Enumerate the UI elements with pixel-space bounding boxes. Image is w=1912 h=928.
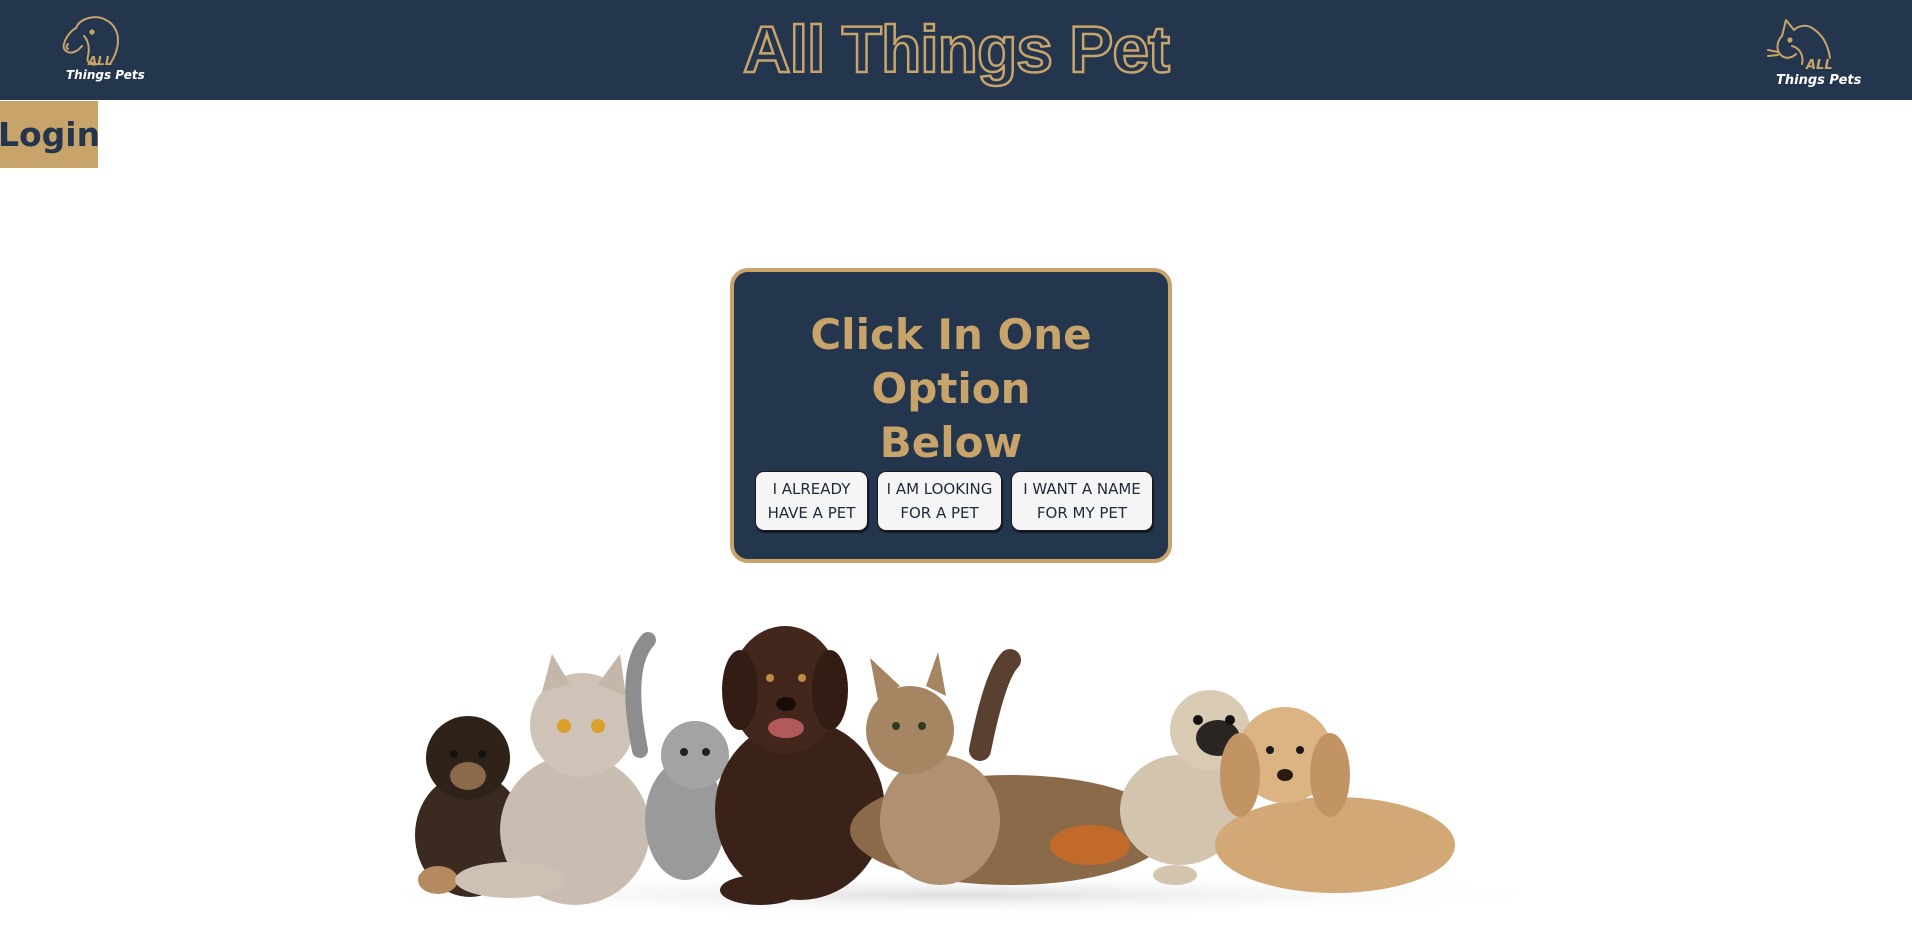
- button-label-line2: HAVE A PET: [767, 504, 856, 522]
- logo-text-things-pets: Things Pets: [1776, 73, 1862, 88]
- button-label-line2: FOR MY PET: [1036, 504, 1128, 522]
- panel-title: Click In One Option Below: [734, 308, 1168, 470]
- cocker-spaniel-puppy: [1215, 707, 1455, 893]
- login-button[interactable]: Login: [0, 101, 100, 168]
- logo-text-all: ALL: [1806, 58, 1833, 73]
- maine-coon-cat: [850, 649, 1170, 885]
- button-label-line1: I ALREADY: [772, 480, 851, 498]
- panel-title-line2: Below: [879, 418, 1023, 467]
- button-label-line1: I AM LOOKING: [886, 480, 993, 498]
- pets-group-image: [340, 626, 1580, 917]
- button-label-line1: I WANT A NAME: [1023, 480, 1141, 498]
- options-row: I ALREADY HAVE A PET I AM LOOKING FOR A …: [755, 471, 1153, 531]
- panel-title-line1: Click In One Option: [810, 310, 1092, 413]
- looking-for-pet-button[interactable]: I AM LOOKING FOR A PET: [877, 471, 1002, 531]
- site-header: ALL Things Pets All Things Pet ALL Thing…: [0, 0, 1912, 100]
- name-for-pet-button[interactable]: I WANT A NAME FOR MY PET: [1011, 471, 1153, 531]
- brand-logo-right[interactable]: ALL Things Pets: [1752, 6, 1862, 94]
- already-have-pet-button[interactable]: I ALREADY HAVE A PET: [755, 471, 868, 531]
- options-panel: Click In One Option Below I ALREADY HAVE…: [730, 268, 1172, 563]
- chocolate-labrador: [715, 626, 885, 905]
- button-label-line2: FOR A PET: [900, 504, 979, 522]
- site-title: All Things Pet: [742, 11, 1172, 88]
